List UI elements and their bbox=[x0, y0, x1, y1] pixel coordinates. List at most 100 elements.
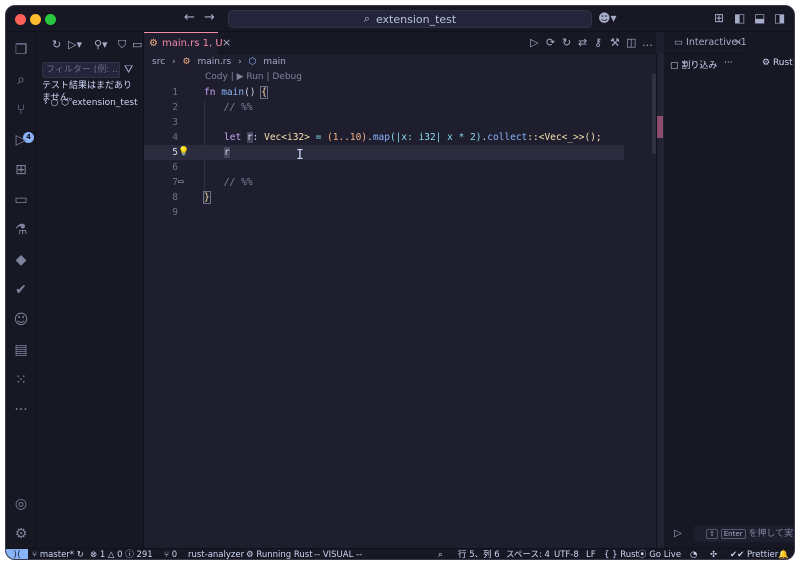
copilot-chat-icon[interactable]: ☺ bbox=[11, 310, 31, 330]
remote-indicator-icon[interactable]: ⟩⟨ bbox=[6, 549, 28, 559]
breadcrumb-symbol[interactable]: main bbox=[263, 57, 286, 67]
chevron-right-icon: › bbox=[172, 57, 176, 67]
maximize-window-button[interactable] bbox=[45, 14, 56, 25]
more-icon[interactable]: ··· bbox=[11, 400, 31, 420]
end-of-line[interactable]: LF bbox=[586, 549, 596, 559]
function-symbol-icon: ⬡ bbox=[248, 57, 257, 67]
test-tree-item[interactable]: › ○ ⬡ extension_test bbox=[44, 98, 138, 108]
interrupt-button[interactable]: ▢ 割り込み bbox=[670, 58, 717, 71]
go-live[interactable]: ⦿ Go Live bbox=[638, 549, 681, 559]
running-status[interactable]: ⚙ Running Rust bbox=[246, 549, 313, 559]
split-editor-icon[interactable]: ◫ bbox=[626, 36, 636, 49]
problems-indicator[interactable]: ⊗ 1 △ 0 ⓘ 291 bbox=[90, 549, 153, 559]
compare-icon[interactable]: ⇄ bbox=[578, 36, 587, 49]
testing-sidebar: ↻ ▷▾ ⚲▾ ⛉ ▭ フィルター (例: ... ⛛ テスト結果はまだありませ… bbox=[36, 32, 144, 548]
run-icon[interactable]: ▷ bbox=[530, 36, 538, 49]
debug-tests-icon[interactable]: ⚲▾ bbox=[94, 38, 108, 51]
grid-icon[interactable]: ⁙ bbox=[11, 370, 31, 390]
code-line[interactable]: 4 let r: Vec<i32> = (1..10).map(|x: i32|… bbox=[144, 130, 624, 145]
breadcrumb-folder[interactable]: src bbox=[152, 57, 165, 67]
encoding[interactable]: UTF-8 bbox=[554, 549, 579, 559]
breadcrumb: src › ⚙ main.rs › ⬡ main bbox=[144, 54, 656, 70]
code-line[interactable]: 2 // %% bbox=[144, 100, 624, 115]
code-editor[interactable]: Cody | ▶ Run | Debug 1 fn main() { 2 // … bbox=[144, 70, 656, 548]
language-mode[interactable]: { } Rust bbox=[604, 549, 639, 559]
notifications-icon[interactable]: 🔔 bbox=[778, 549, 789, 559]
status-bar: ⟩⟨ ⑂ master* ↻ ⊗ 1 △ 0 ⓘ 291 ⑂ 0 rust-an… bbox=[6, 548, 794, 559]
comment-icon[interactable]: ▭ bbox=[178, 175, 183, 190]
breadcrumb-file[interactable]: main.rs bbox=[197, 57, 231, 67]
run-tests-icon[interactable]: ▷▾ bbox=[68, 38, 82, 51]
test-status-icon: ○ bbox=[50, 98, 59, 108]
check-icon[interactable]: ✔ bbox=[11, 280, 31, 300]
tab-label: main.rs 1, U bbox=[162, 38, 223, 49]
scrollbar-marker bbox=[657, 116, 663, 138]
code-line[interactable]: 6 bbox=[144, 160, 624, 175]
sync-icon[interactable]: ↻ bbox=[562, 36, 571, 49]
codelens[interactable]: Cody | ▶ Run | Debug bbox=[205, 72, 302, 82]
notebook-icon[interactable]: ▤ bbox=[11, 340, 31, 360]
code-line[interactable]: 1 fn main() { bbox=[144, 85, 624, 100]
filter-icon[interactable]: ⛛ bbox=[124, 63, 133, 77]
code-line-current[interactable]: 5 💡 r bbox=[144, 145, 624, 160]
interactive-panel: ▭ Interactive-1 × ▢ 割り込み ··· ⚙ Rust ▷ ⇧ … bbox=[664, 32, 794, 548]
close-window-button[interactable] bbox=[15, 14, 26, 25]
search-icon[interactable]: ⌕ bbox=[11, 70, 31, 90]
code-line[interactable]: 3 bbox=[144, 115, 624, 130]
run-debug-icon[interactable]: ▷ bbox=[11, 130, 31, 150]
toggle-secondary-sidebar-icon[interactable]: ◨ bbox=[774, 11, 785, 25]
testing-icon[interactable]: ⚗ bbox=[11, 220, 31, 240]
close-icon[interactable]: × bbox=[734, 37, 742, 49]
command-center-search[interactable]: ⌕ extension_test bbox=[228, 10, 592, 28]
toggle-panel-icon[interactable]: ⬓ bbox=[754, 11, 765, 25]
explorer-icon[interactable]: ❐ bbox=[11, 40, 31, 60]
back-arrow-icon[interactable]: ← bbox=[184, 10, 195, 25]
settings-gear-icon[interactable]: ⚙ bbox=[11, 524, 31, 544]
close-icon[interactable]: × bbox=[222, 36, 231, 49]
minimize-window-button[interactable] bbox=[30, 14, 41, 25]
more-actions-icon[interactable]: … bbox=[642, 36, 653, 49]
docker-icon[interactable]: ◆ bbox=[11, 250, 31, 270]
account-icon[interactable]: ◎ bbox=[11, 494, 31, 514]
refresh-tests-icon[interactable]: ↻ bbox=[52, 38, 61, 51]
cursor-position[interactable]: 行 5、列 6 bbox=[458, 549, 500, 559]
mouse-ibeam-cursor: I bbox=[296, 148, 304, 163]
more-icon[interactable]: ··· bbox=[724, 58, 733, 68]
enter-key: Enter bbox=[720, 529, 746, 539]
copilot-icon[interactable]: ☻▾ bbox=[598, 11, 617, 25]
wrench-icon[interactable]: ⚒ bbox=[610, 36, 620, 49]
title-bar: ← → ⌕ extension_test ☻▾ ⊞ ◧ ⬓ ◨ bbox=[6, 6, 794, 32]
coverage-icon[interactable]: ⛉ bbox=[118, 38, 126, 52]
ports-indicator[interactable]: ⑂ 0 bbox=[164, 549, 177, 559]
run-cell-icon[interactable]: ⟳ bbox=[546, 36, 555, 49]
extensions-icon[interactable]: ⊞ bbox=[11, 160, 31, 180]
github-icon[interactable]: ◔ bbox=[690, 549, 697, 559]
kernel-picker[interactable]: ⚙ Rust bbox=[762, 58, 793, 68]
customize-layout-icon[interactable]: ⊞ bbox=[714, 11, 724, 25]
code-line[interactable]: 9 bbox=[144, 205, 624, 220]
shift-key-icon: ⇧ bbox=[706, 529, 718, 539]
chevron-right-icon: › bbox=[44, 98, 48, 108]
rust-analyzer-status[interactable]: rust-analyzer bbox=[188, 549, 244, 559]
toggle-sidebar-icon[interactable]: ◧ bbox=[734, 11, 745, 25]
indentation[interactable]: スペース: 4 bbox=[506, 549, 550, 559]
zoom-icon[interactable]: ⌕ bbox=[438, 549, 443, 559]
forward-arrow-icon[interactable]: → bbox=[204, 10, 215, 25]
code-line[interactable]: 7 ▭ // %% bbox=[144, 175, 624, 190]
interactive-input[interactable]: ⇧ Enter を押して実 bbox=[694, 526, 794, 542]
source-control-icon[interactable]: ⑂ bbox=[11, 100, 31, 120]
lightbulb-icon[interactable]: 💡 bbox=[178, 145, 189, 160]
copilot-status-icon[interactable]: ✣ bbox=[710, 549, 717, 559]
remote-explorer-icon[interactable]: ▭ bbox=[11, 190, 31, 210]
test-filter-input[interactable]: フィルター (例: ... bbox=[42, 62, 120, 78]
toggle-output-icon[interactable]: ▭ bbox=[132, 38, 142, 51]
rust-file-icon: ⚙ bbox=[149, 38, 158, 49]
editor-tab-bar: ⚙ main.rs 1, U × ▷ ⟳ ↻ ⇄ ⚷ ⚒ ◫ … bbox=[144, 32, 656, 54]
window-title: extension_test bbox=[375, 12, 457, 26]
execute-icon[interactable]: ▷ bbox=[674, 528, 682, 539]
prettier-status[interactable]: ✔✔ Prettier bbox=[730, 549, 778, 559]
git-branch[interactable]: ⑂ master* ↻ bbox=[32, 549, 84, 559]
tab-main-rs[interactable]: ⚙ main.rs 1, U bbox=[144, 32, 223, 54]
code-line[interactable]: 8 } bbox=[144, 190, 624, 205]
key-icon[interactable]: ⚷ bbox=[594, 36, 602, 49]
